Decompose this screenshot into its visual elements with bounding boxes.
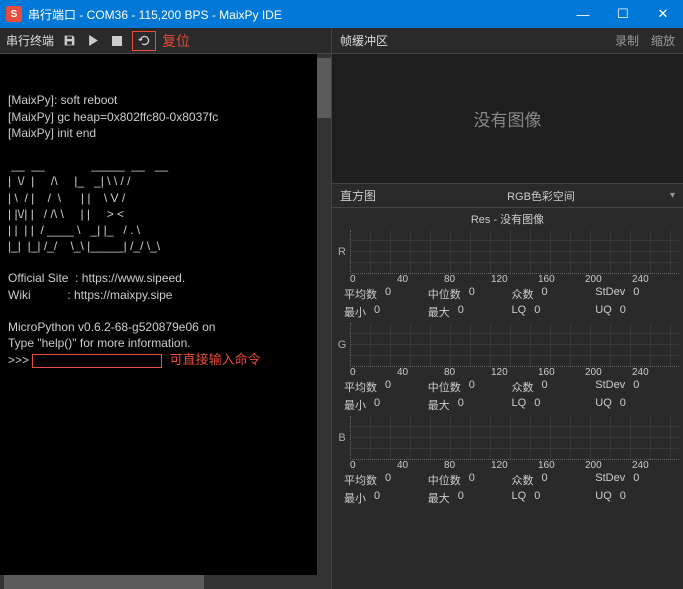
x-axis: 04080120160200240	[334, 367, 679, 378]
stats-row-1: 平均数0中位数0众数0StDev0	[334, 378, 679, 396]
terminal-input[interactable]	[32, 354, 162, 368]
serial-terminal[interactable]: [MaixPy]: soft reboot [MaixPy] gc heap=0…	[0, 54, 331, 575]
colorspace-select[interactable]: RGB色彩空间	[420, 188, 662, 204]
histogram-bar: 直方图 RGB色彩空间 ▾	[332, 184, 683, 208]
x-axis: 04080120160200240	[334, 460, 679, 471]
serial-terminal-label: 串行终端	[6, 32, 54, 49]
histogram-plot	[350, 323, 679, 367]
histogram-charts: R04080120160200240平均数0中位数0众数0StDev0最小0最大…	[332, 230, 683, 589]
stats-row-2: 最小0最大0LQ0UQ0	[334, 489, 679, 507]
close-button[interactable]: ✕	[643, 0, 683, 28]
channel-r: R04080120160200240平均数0中位数0众数0StDev0最小0最大…	[334, 230, 679, 321]
terminal-output: [MaixPy]: soft reboot [MaixPy] gc heap=0…	[8, 93, 219, 350]
channel-g: G04080120160200240平均数0中位数0众数0StDev0最小0最大…	[334, 323, 679, 414]
histogram-plot	[350, 230, 679, 274]
chevron-down-icon[interactable]: ▾	[662, 190, 675, 201]
resolution-line: Res - 没有图像	[332, 208, 683, 230]
stats-row-1: 平均数0中位数0众数0StDev0	[334, 285, 679, 303]
channel-label: B	[334, 416, 350, 460]
stats-row-1: 平均数0中位数0众数0StDev0	[334, 471, 679, 489]
terminal-prompt: >>>	[8, 353, 32, 367]
right-pane: 帧缓冲区 录制 缩放 没有图像 直方图 RGB色彩空间 ▾ Res - 没有图像…	[332, 28, 683, 589]
zoom-button[interactable]: 缩放	[651, 32, 675, 49]
channel-label: G	[334, 323, 350, 367]
stats-row-2: 最小0最大0LQ0UQ0	[334, 396, 679, 414]
app-icon: S	[6, 6, 22, 22]
channel-b: B04080120160200240平均数0中位数0众数0StDev0最小0最大…	[334, 416, 679, 507]
stop-icon[interactable]	[108, 32, 126, 50]
run-icon[interactable]	[84, 32, 102, 50]
serial-toolbar: 串行终端 复位	[0, 28, 331, 54]
window-title: 串行端口 - COM36 - 115,200 BPS - MaixPy IDE	[28, 6, 563, 23]
framebuffer-label: 帧缓冲区	[340, 32, 603, 49]
maximize-button[interactable]: ☐	[603, 0, 643, 28]
stats-row-2: 最小0最大0LQ0UQ0	[334, 303, 679, 321]
minimize-button[interactable]: —	[563, 0, 603, 28]
framebuffer-noimage: 没有图像	[332, 54, 683, 184]
save-icon[interactable]	[60, 32, 78, 50]
histogram-label: 直方图	[340, 187, 420, 204]
reset-annotation: 复位	[162, 31, 190, 51]
channel-label: R	[334, 230, 350, 274]
record-button[interactable]: 录制	[615, 32, 639, 49]
terminal-scrollbar-h[interactable]	[0, 575, 331, 589]
titlebar[interactable]: S 串行端口 - COM36 - 115,200 BPS - MaixPy ID…	[0, 0, 683, 28]
reload-icon[interactable]	[135, 32, 153, 50]
x-axis: 04080120160200240	[334, 274, 679, 285]
terminal-scrollbar-v[interactable]	[317, 54, 331, 575]
framebuffer-toolbar: 帧缓冲区 录制 缩放	[332, 28, 683, 54]
input-annotation: 可直接输入命令	[170, 352, 261, 367]
left-pane: 串行终端 复位 [MaixPy]: soft reboot [MaixPy] g…	[0, 28, 332, 589]
histogram-plot	[350, 416, 679, 460]
reset-highlight-box	[132, 31, 156, 51]
